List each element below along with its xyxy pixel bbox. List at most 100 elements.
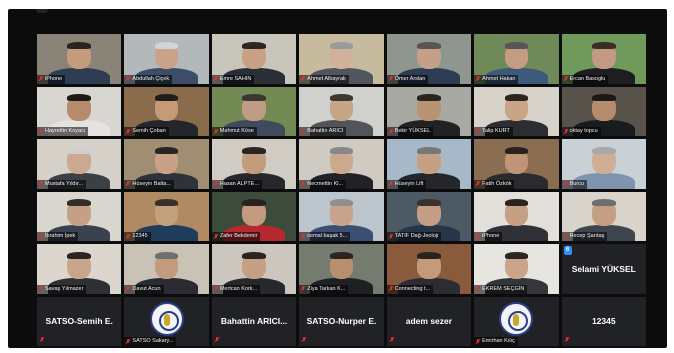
participant-video-tile[interactable]: Mustafa Yıldır... (37, 139, 122, 189)
participant-video-tile[interactable]: Ercan Basoglu (561, 34, 646, 84)
participant-name-label: Ahmet Albayrak (299, 74, 349, 84)
muted-mic-icon (564, 128, 568, 135)
participant-name-label: Ömer Arslan (386, 74, 429, 84)
participant-video-tile[interactable]: iPhone (37, 34, 122, 84)
participant-name-label: Mertcan Kork... (211, 284, 261, 294)
participant-video-tile[interactable]: oktay topcu (561, 86, 646, 136)
participant-name-label: Fatih Özkök (474, 179, 515, 189)
participant-logo-tile[interactable]: Emirhan Kılıç (474, 296, 559, 346)
muted-mic-icon (40, 337, 44, 343)
muted-mic-icon (476, 128, 480, 135)
muted-mic-icon (214, 286, 218, 292)
participant-name-label: Davut Acun (124, 284, 164, 294)
participant-name-tile[interactable]: adem sezer (386, 296, 472, 346)
participant-name: Semih Çoban (132, 128, 166, 134)
participant-video-tile[interactable]: Mahmut Köse (211, 86, 297, 136)
window-top-handle[interactable] (36, 9, 48, 13)
participant-video-tile[interactable]: Necmettin Kl... (299, 139, 384, 189)
participant-video-tile[interactable]: Ahmet Hakan (474, 34, 559, 84)
muted-mic-icon (301, 128, 305, 135)
participant-name-label: Burcu (561, 179, 587, 189)
participant-video-tile[interactable]: Burcu (561, 139, 646, 189)
participant-name: Mahmut Köse (219, 128, 254, 134)
participant-name-tile[interactable]: Bahattin ARICI... (211, 296, 297, 346)
participant-video-tile[interactable]: TATIF Dağ-Jeoloji (386, 191, 472, 241)
participant-video-tile[interactable]: Fatih Özkök (474, 139, 559, 189)
muted-mic-icon (389, 76, 393, 82)
participant-video-tile[interactable]: Talip KURT (474, 86, 559, 136)
participant-name-label: Ahmet Hakan (474, 74, 519, 84)
participant-video-tile[interactable]: Abdullah Çiçek (124, 34, 209, 84)
participant-name: 12345 (132, 233, 148, 239)
participant-video-tile[interactable]: Ahmet Albayrak (299, 34, 384, 84)
muted-mic-icon (302, 337, 306, 343)
muted-mic-icon (476, 76, 480, 82)
participant-video-tile[interactable]: cemal başak 5... (299, 191, 384, 241)
participant-display-name: Selami YÜKSEL (571, 263, 636, 274)
participant-name-tile[interactable]: 12345 (561, 296, 646, 346)
participant-video-tile[interactable]: Zafer Bekdemir (211, 191, 297, 241)
participant-name-label: cemal başak 5... (299, 232, 351, 241)
muted-mic-icon (389, 286, 393, 292)
participant-video-tile[interactable]: Hüseyin Balta... (124, 139, 209, 189)
participant-video-tile[interactable]: Ziya Tarkan K... (299, 244, 384, 294)
participant-video-tile[interactable]: Hüseyin Lift (386, 139, 472, 189)
muted-mic-icon (564, 233, 568, 240)
participant-logo-tile[interactable]: SATSO Sakary... (124, 296, 209, 346)
participant-name-label: Hüseyin Balta... (124, 179, 174, 189)
participant-name: Ziya Tarkan K... (307, 285, 346, 292)
participant-video-tile[interactable]: Savaş Yılmazer (37, 244, 122, 294)
organization-logo (499, 302, 534, 337)
muted-mic-icon (39, 76, 43, 82)
participant-name-tile[interactable]: SATSO-Semih E. (37, 296, 122, 346)
muted-mic-icon (39, 181, 43, 187)
participant-name-label: Bahattin ARICI (299, 127, 347, 136)
participant-video-tile[interactable]: EKREM SEÇGİN (474, 244, 559, 294)
participant-video-tile[interactable]: İbrahim İpek (37, 191, 122, 241)
participant-video-tile[interactable]: Davut Acun (124, 244, 209, 294)
participant-video-tile[interactable]: Mertcan Kork... (211, 244, 297, 294)
participant-name: SATSO Sakary... (132, 338, 174, 344)
participant-name: Hasan ALPTE... (219, 180, 259, 187)
participant-video-tile[interactable]: Connecting t... (386, 244, 472, 294)
participant-name-label: EKREM SEÇGİN (474, 284, 528, 294)
participant-name: Savaş Yılmazer (45, 285, 84, 292)
participant-video-tile[interactable]: iPhone (474, 191, 559, 241)
participant-name-label: iPhone (37, 74, 66, 84)
participant-name: cemal başak 5... (307, 233, 348, 239)
participant-video-tile[interactable]: Semih Çoban (124, 86, 209, 136)
participant-name-label: Talip KURT (474, 127, 513, 136)
muted-mic-icon (476, 181, 480, 187)
participant-name-label: Emirhan Kılıç (474, 337, 518, 346)
participant-name: Burcu (569, 180, 584, 187)
participant-name-tile[interactable]: 6 Selami YÜKSEL (561, 244, 646, 294)
participant-name: Abdullah Çiçek (132, 75, 170, 82)
participant-name: Bahattin ARICI (307, 128, 344, 134)
participant-video-tile[interactable]: Hasan ALPTE... (211, 139, 297, 189)
muted-mic-icon (126, 286, 130, 292)
muted-mic-icon (126, 233, 130, 240)
participant-name: Ömer Arslan (394, 75, 426, 82)
participant-video-tile[interactable]: Ömer Arslan (386, 34, 472, 84)
participant-video-tile[interactable]: Hayrettin Koyacı (37, 86, 122, 136)
participant-video-tile[interactable]: 12345 (124, 191, 209, 241)
participant-name-label: Bekir YÜKSEL (386, 127, 434, 136)
muted-mic-icon (39, 233, 43, 240)
participant-name: Emre SAHIN (219, 75, 252, 82)
participant-name: Zafer Bekdemir (219, 233, 258, 239)
muted-mic-icon (301, 286, 305, 292)
participant-video-tile[interactable]: Emre SAHIN (211, 34, 297, 84)
participant-video-tile[interactable]: Recep Şarıtaş (561, 191, 646, 241)
muted-mic-icon (476, 233, 480, 240)
participant-name: Ahmet Albayrak (307, 75, 346, 82)
participant-name: iPhone (45, 75, 63, 82)
participant-name-tile[interactable]: SATSO-Nurper E. (299, 296, 384, 346)
participant-name: Fatih Özkök (482, 180, 512, 187)
muted-mic-icon (390, 337, 394, 343)
participant-video-tile[interactable]: Bahattin ARICI (299, 86, 384, 136)
muted-mic-icon (389, 181, 393, 187)
participant-video-tile[interactable]: Bekir YÜKSEL (386, 86, 472, 136)
participant-display-name: adem sezer (405, 316, 453, 327)
participant-name-label: 12345 (124, 232, 151, 241)
participant-name-label: Necmettin Kl... (299, 179, 347, 189)
